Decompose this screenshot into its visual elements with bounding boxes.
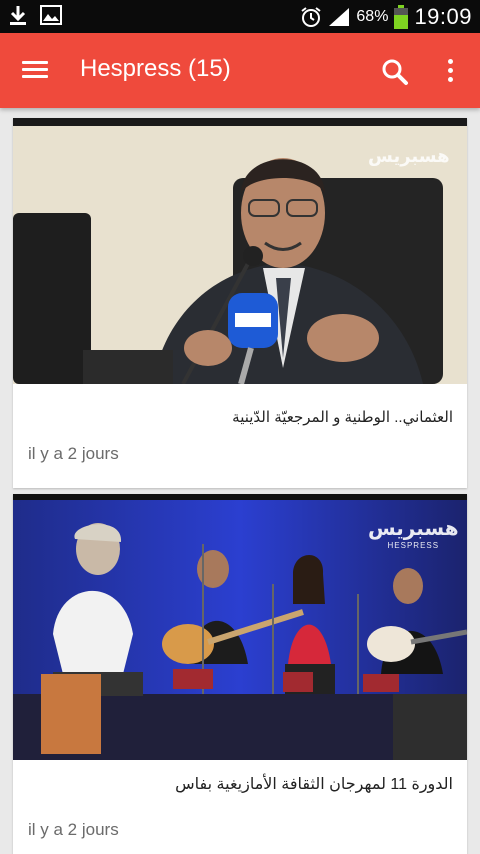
search-icon [382,59,408,85]
published-time: il y a 2 jours [28,820,119,839]
video-title: العثماني.. الوطنية و المرجعيّة الدّينية [232,409,453,426]
battery-icon [394,4,409,29]
more-vert-icon [440,59,460,82]
notification-icons [8,4,62,26]
menu-icon [22,61,50,78]
download-icon [10,6,26,25]
status-bar: 68% 19:09 [0,0,480,33]
search-button[interactable] [380,57,410,87]
video-card[interactable]: هسبريس العثماني.. الوطنية و المرجعيّة ال… [13,118,467,488]
watermark-logo: هسبريس HESPRESS [368,518,459,550]
published-time: il y a 2 jours [28,444,119,463]
app-title: Hespress (15) [80,55,231,82]
app-bar: Hespress (15) [0,33,480,108]
system-icons: 68% 19:09 [300,2,472,31]
clock: 19:09 [414,3,472,29]
video-feed[interactable]: هسبريس العثماني.. الوطنية و المرجعيّة ال… [0,108,480,854]
video-title: الدورة 11 لمهرجان الثقافة الأمازيغية بفا… [175,776,453,793]
battery-percent: 68% [356,7,389,25]
alarm-icon [301,6,322,27]
overflow-menu-button[interactable] [440,55,460,87]
watermark-logo: هسبريس [368,146,450,166]
video-card[interactable]: هسبريس HESPRESS الدورة 11 لمهرجان الثقاف… [13,494,467,854]
video-thumbnail[interactable]: هسبريس HESPRESS [13,494,467,760]
image-icon [40,5,62,25]
video-thumbnail[interactable]: هسبريس [13,118,467,384]
menu-button[interactable] [22,57,50,83]
signal-icon [329,7,350,26]
